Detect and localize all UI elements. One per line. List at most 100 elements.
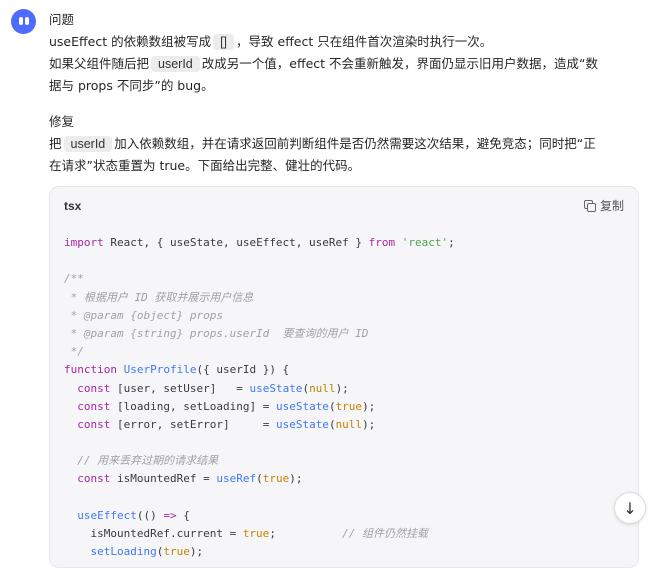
code-token: [error, setError] =	[110, 417, 276, 431]
code-token: setLoading	[90, 545, 157, 559]
code-token: (	[328, 417, 336, 431]
fix-line-1: 把 userId 加入依赖数组，并在请求返回前判断组件是否仍然需要这次结果，避免竞态…	[49, 133, 649, 155]
code-token: (	[256, 472, 263, 486]
code-block: tsx 复制 import React, { useState, useEffe…	[49, 186, 639, 568]
code-token: {	[176, 508, 190, 522]
code-token: );	[289, 472, 303, 486]
code-token: isMountedRef.current =	[64, 527, 243, 540]
code-token: function	[64, 363, 117, 377]
code-token: );	[189, 545, 204, 559]
fix-line-1-pre: 把	[49, 136, 62, 151]
code-token: ;	[269, 527, 343, 540]
code-token: * @param {string} props.userId 要查询的用户 ID	[64, 326, 369, 340]
code-token: const	[77, 381, 111, 395]
code-token: null	[309, 381, 336, 395]
fix-line-2: 在请求”状态重置为 true。下面给出完整、健壮的代码。	[49, 158, 361, 173]
code-token: 'react'	[401, 236, 449, 249]
fix-heading: 修复	[49, 114, 75, 129]
assistant-avatar	[11, 9, 36, 34]
code-token: // 组件仍然挂载	[342, 527, 429, 540]
code-token: // 用来丢弃过期的请求结果	[64, 454, 219, 468]
issue-line-3: 据与 props 不同步”的 bug。	[49, 78, 214, 93]
code-token: [user, setUser] =	[110, 381, 250, 395]
code-line: * @param {string} props.userId 要查询的用户 ID	[64, 325, 624, 343]
code-token: import	[64, 236, 104, 249]
code-token: (	[156, 545, 164, 559]
code-line: // 用来丢弃过期的请求结果	[64, 452, 624, 470]
code-content: import React, { useState, useEffect, use…	[50, 224, 638, 567]
code-token: isMountedRef =	[110, 472, 217, 486]
scroll-down-button[interactable]: ↓	[614, 492, 646, 524]
code-line: * @param {object} props	[64, 307, 624, 325]
code-token: */	[64, 345, 84, 359]
code-token: null	[335, 417, 363, 431]
issue-line-1-pre: useEffect 的依赖数组被写成	[49, 34, 212, 49]
code-line: const [user, setUser] = useState(null);	[64, 380, 624, 398]
code-token: * 根据用户 ID 获取并展示用户信息	[64, 290, 254, 304]
code-line: */	[64, 343, 624, 361]
code-token: from	[368, 236, 396, 249]
code-token: true	[335, 399, 363, 413]
code-token: const	[77, 399, 111, 413]
code-token: (	[328, 399, 336, 413]
inline-code-empty-array: []	[213, 34, 235, 50]
code-line: const [error, setError] = useState(null)…	[64, 416, 624, 434]
issue-line-2: 如果父组件随后把 userId 改成另一个值，effect 不会重新触发，界面仍显示…	[49, 53, 649, 75]
issue-line-1: useEffect 的依赖数组被写成[] ，导致 effect 只在组件首次渲染时…	[49, 31, 649, 53]
code-token: /**	[64, 272, 84, 286]
issue-line-2-post: 改成另一个值，effect 不会重新触发，界面仍显示旧用户数据，造成“数	[201, 56, 598, 71]
arrow-down-icon: ↓	[623, 498, 637, 518]
code-token: true	[163, 545, 190, 559]
copy-button-label: 复制	[599, 199, 624, 213]
code-token: =>	[163, 508, 177, 522]
code-language-label: tsx	[64, 198, 82, 213]
code-line: setLoading(true);	[64, 543, 624, 561]
avatar-eye-right	[25, 17, 29, 25]
issue-line-1-post: ，导致 effect 只在组件首次渲染时执行一次。	[236, 34, 493, 49]
code-line: const isMountedRef = useRef(true);	[64, 470, 624, 488]
code-token: );	[362, 399, 376, 413]
code-line: useEffect(() => {	[64, 507, 624, 525]
code-token: [loading, setLoading] =	[110, 399, 276, 413]
code-token: useState	[275, 399, 329, 413]
code-line: /**	[64, 270, 624, 288]
code-token: React, { useState, useEffect, useRef }	[103, 236, 369, 249]
copy-icon	[583, 200, 596, 212]
code-block-header: tsx 复制	[50, 187, 638, 224]
assistant-message: 问题 useEffect 的依赖数组被写成[] ，导致 effect 只在组件首次…	[49, 9, 649, 177]
code-token: UserProfile	[123, 363, 197, 377]
code-line: * 根据用户 ID 获取并展示用户信息	[64, 289, 624, 307]
code-token: true	[242, 527, 270, 540]
code-token: useRef	[216, 472, 257, 486]
code-token: useState	[275, 417, 329, 431]
code-line: isMountedRef.current = true; // 组件仍然挂载	[64, 525, 624, 543]
code-token: ;	[448, 236, 455, 249]
code-token: (()	[136, 508, 164, 522]
code-token: const	[77, 417, 111, 431]
code-token: * @param {object} props	[64, 308, 223, 322]
issue-line-2-pre: 如果父组件随后把	[49, 56, 150, 71]
code-token: true	[262, 472, 290, 486]
code-token: );	[335, 381, 349, 395]
inline-code-userid-fix: userId	[63, 136, 113, 152]
inline-code-userid: userId	[151, 56, 200, 72]
fix-line-1-post: 加入依赖数组，并在请求返回前判断组件是否仍然需要这次结果，避免竞态；同时把“正	[114, 136, 596, 151]
code-token: );	[362, 417, 376, 431]
code-token: useState	[249, 381, 303, 395]
code-line: const [loading, setLoading] = useState(t…	[64, 398, 624, 416]
copy-button[interactable]: 复制	[583, 197, 624, 214]
code-line: import React, { useState, useEffect, use…	[64, 234, 624, 252]
code-token: ({ userId }) {	[196, 363, 290, 377]
code-token: useEffect	[77, 508, 137, 522]
code-line: function UserProfile({ userId }) {	[64, 361, 624, 379]
